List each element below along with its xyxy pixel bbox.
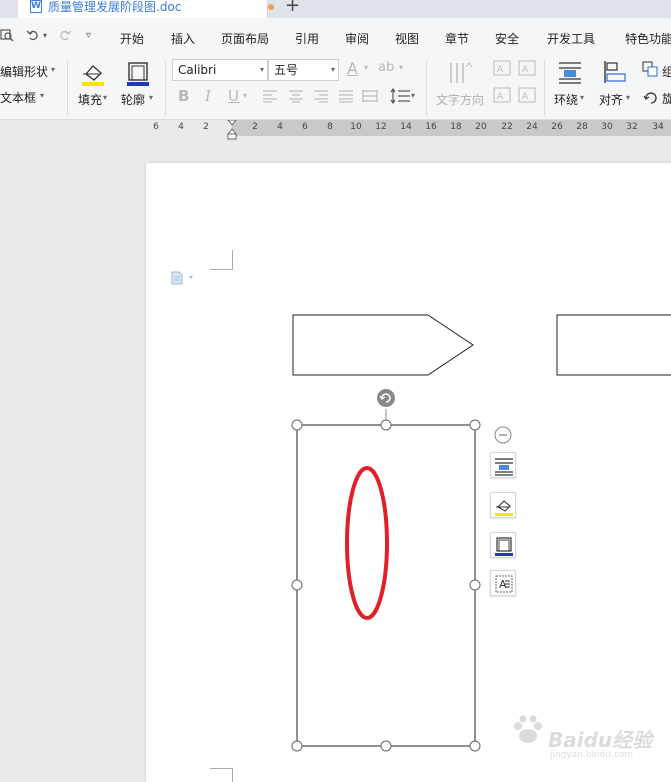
resize-handle[interactable] bbox=[469, 740, 481, 752]
baidu-watermark: Baidu经验 jingyan.baidu.com bbox=[510, 712, 660, 762]
rectangle-shape[interactable] bbox=[556, 314, 671, 376]
text-box-icon: A bbox=[495, 575, 513, 593]
fill-icon bbox=[495, 500, 513, 516]
rotate-handle-icon[interactable] bbox=[377, 389, 395, 407]
selected-rectangle-shape[interactable] bbox=[296, 424, 476, 747]
wrap-text-icon bbox=[495, 458, 513, 476]
watermark-url-text: jingyan.baidu.com bbox=[550, 750, 634, 760]
shape-fill-button[interactable] bbox=[490, 492, 516, 518]
watermark-logo-text: Baidu经验 bbox=[548, 728, 653, 752]
layout-options-button[interactable] bbox=[490, 452, 516, 478]
text-box-button[interactable]: A bbox=[490, 570, 516, 596]
resize-handle[interactable] bbox=[380, 740, 392, 752]
resize-handle[interactable] bbox=[291, 740, 303, 752]
resize-handle[interactable] bbox=[469, 419, 481, 431]
paw-logo-icon bbox=[514, 715, 542, 743]
shape-canvas bbox=[291, 314, 671, 752]
shape-outline-button[interactable] bbox=[490, 532, 516, 558]
outline-icon bbox=[495, 537, 513, 556]
resize-handle[interactable] bbox=[291, 579, 303, 591]
pentagon-arrow-shape[interactable] bbox=[292, 314, 474, 376]
collapse-minus-icon[interactable] bbox=[494, 426, 512, 444]
resize-handle[interactable] bbox=[291, 419, 303, 431]
resize-handle[interactable] bbox=[380, 419, 392, 431]
resize-handle[interactable] bbox=[469, 579, 481, 591]
